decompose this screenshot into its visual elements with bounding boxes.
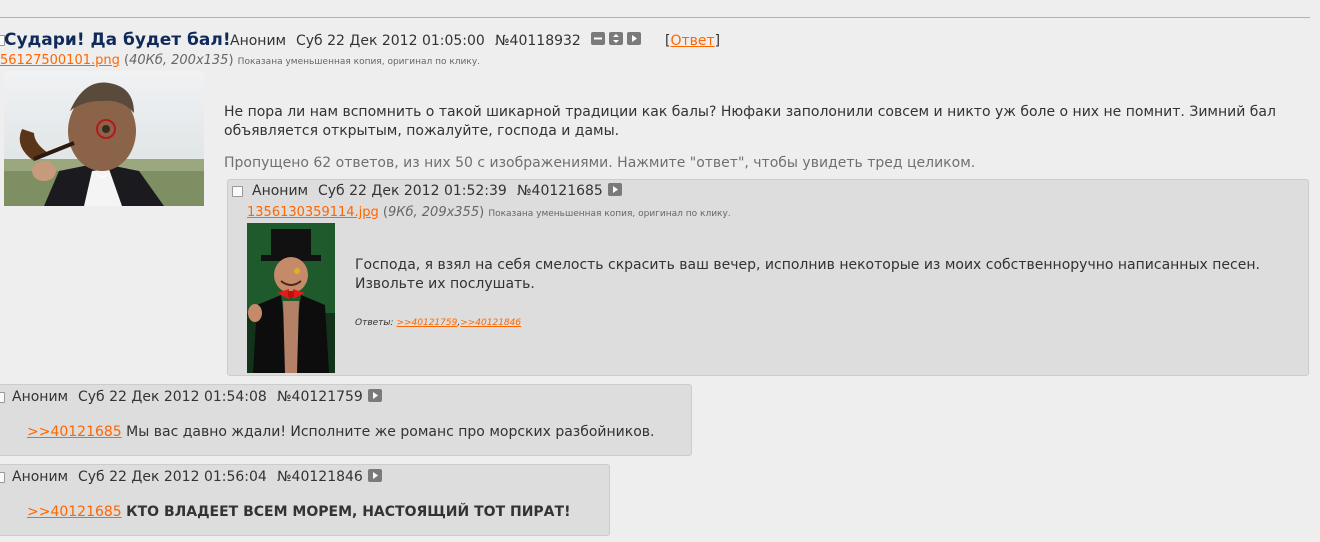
play-icon[interactable] bbox=[368, 469, 382, 482]
reply-bracket-close: ] bbox=[714, 33, 721, 49]
op-date: Суб 22 Дек 2012 01:05:00 bbox=[296, 33, 485, 49]
reply-date: Суб 22 Дек 2012 01:52:39 bbox=[318, 183, 507, 199]
op-post-number[interactable]: №40118932 bbox=[495, 33, 581, 49]
op-poster-name: Аноним bbox=[230, 33, 287, 49]
answers-label: Ответы: bbox=[355, 318, 394, 328]
reply-file-link[interactable]: 1356130359114.jpg bbox=[247, 205, 379, 220]
op-file-meta-close: ) bbox=[228, 53, 234, 68]
play-icon[interactable] bbox=[627, 32, 641, 45]
reply-file-size: 9Кб, 209x355 bbox=[388, 205, 480, 220]
reply-message: >>40121685 КТО ВЛАДЕЕТ ВСЕМ МОРЕМ, НАСТО… bbox=[27, 503, 570, 522]
reply-select-checkbox[interactable] bbox=[232, 186, 243, 197]
reply-post-number[interactable]: №40121846 bbox=[277, 469, 363, 485]
op-file-link[interactable]: 56127500101.png bbox=[0, 53, 120, 68]
omitted-posts-notice: Пропущено 62 ответов, из них 50 с изобра… bbox=[224, 155, 976, 171]
quote-link[interactable]: >>40121685 bbox=[27, 424, 122, 440]
op-reply-control: [Ответ] bbox=[665, 33, 720, 49]
reply-file-info: 1356130359114.jpg (9Кб, 209x355) Показан… bbox=[247, 205, 731, 220]
op-message-line-1: Не пора ли нам вспомнить о такой шикарно… bbox=[224, 104, 1276, 120]
reply-post-number[interactable]: №40121685 bbox=[517, 183, 603, 199]
reply-select-checkbox[interactable] bbox=[0, 392, 5, 403]
reply-file-note: Показана уменьшенная копия, оригинал по … bbox=[488, 209, 731, 219]
expand-icon[interactable] bbox=[609, 32, 623, 45]
play-icon[interactable] bbox=[608, 183, 622, 196]
reply-file-meta-close: ) bbox=[479, 205, 485, 220]
quote-link[interactable]: >>40121685 bbox=[27, 504, 122, 520]
op-message-line-2: объявляется открытым, пожалуйте, господа… bbox=[224, 123, 620, 139]
op-file-note: Показана уменьшенная копия, оригинал по … bbox=[237, 57, 481, 67]
reply-thumbnail-image[interactable] bbox=[247, 223, 335, 373]
reply-message-line-2: Извольте их послушать. bbox=[355, 276, 535, 292]
reply-post-number[interactable]: №40121759 bbox=[277, 389, 363, 405]
op-file-size: 40Кб, 200x135 bbox=[129, 53, 229, 68]
top-divider bbox=[0, 17, 1310, 18]
answer-link-40121846[interactable]: >>40121846 bbox=[460, 318, 521, 328]
reply-date: Суб 22 Дек 2012 01:56:04 bbox=[78, 469, 267, 485]
op-reply-link[interactable]: Ответ bbox=[670, 33, 714, 49]
play-icon[interactable] bbox=[368, 389, 382, 402]
reply-message-text: Мы вас давно ждали! Исполните же романс … bbox=[126, 424, 655, 440]
reply-message-line-1: Господа, я взял на себя смелость скрасит… bbox=[355, 257, 1260, 273]
reply-poster-name: Аноним bbox=[12, 469, 69, 485]
reply-select-checkbox[interactable] bbox=[0, 472, 5, 483]
reply-poster-name: Аноним bbox=[252, 183, 309, 199]
op-file-info: 56127500101.png (40Кб, 200x135) Показана… bbox=[0, 53, 480, 68]
reply-message-text: КТО ВЛАДЕЕТ ВСЕМ МОРЕМ, НАСТОЯЩИЙ ТОТ ПИ… bbox=[126, 504, 571, 520]
answer-link-40121759[interactable]: >>40121759 bbox=[396, 318, 457, 328]
reply-message: >>40121685 Мы вас давно ждали! Исполните… bbox=[27, 423, 655, 442]
reply-answers: Ответы: >>40121759,>>40121846 bbox=[355, 318, 521, 328]
minus-icon[interactable] bbox=[591, 32, 605, 45]
op-thumbnail-image[interactable] bbox=[4, 71, 204, 206]
reply-poster-name: Аноним bbox=[12, 389, 69, 405]
reply-date: Суб 22 Дек 2012 01:54:08 bbox=[78, 389, 267, 405]
op-subject: Судари! Да будет бал! bbox=[4, 30, 231, 50]
